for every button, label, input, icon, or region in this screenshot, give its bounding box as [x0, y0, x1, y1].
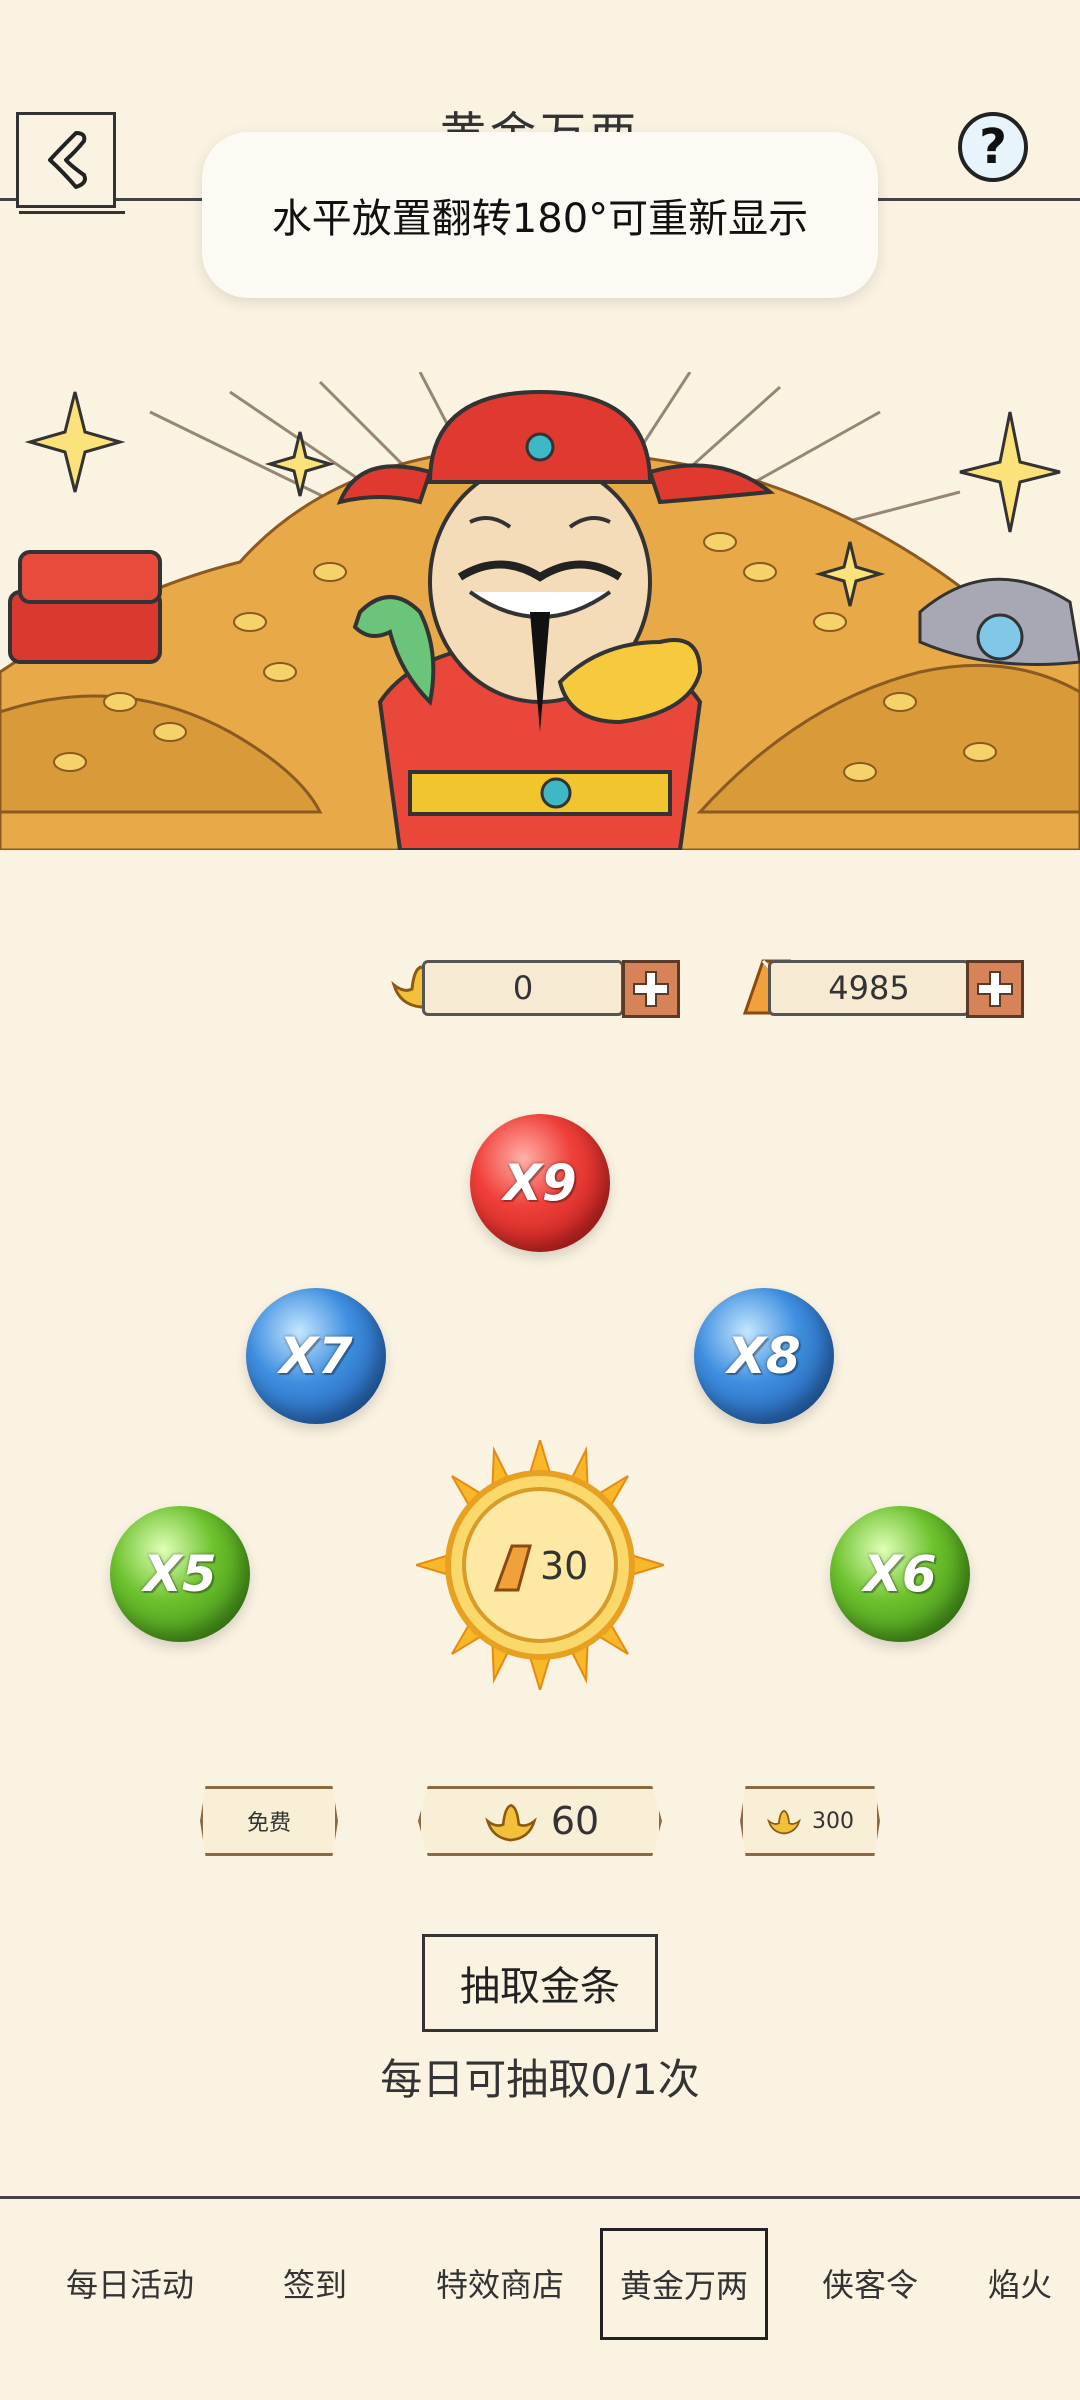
- gold-ingot-icon: [484, 1804, 537, 1842]
- help-icon: ?: [979, 119, 1007, 175]
- help-button[interactable]: ?: [958, 112, 1028, 182]
- daily-limit-text: 每日可抽取0/1次: [380, 2055, 700, 2104]
- nav-item-fireworks[interactable]: 焰火: [970, 2240, 1070, 2326]
- center-coin[interactable]: 30: [412, 1436, 668, 1694]
- toast-message: 水平放置翻转180°可重新显示: [202, 132, 878, 298]
- nav-item-sign-in[interactable]: 签到: [250, 2240, 380, 2326]
- ingot-60-label: 60: [550, 1799, 600, 1843]
- add-gold-bar-button[interactable]: [966, 960, 1024, 1018]
- chevron-left-icon: [48, 131, 87, 189]
- nav-item-daily-activity[interactable]: 每日活动: [40, 2240, 220, 2326]
- coin-cost: 30: [540, 1544, 589, 1588]
- orb-x5: X5: [110, 1506, 250, 1642]
- orb-x7: X7: [246, 1288, 386, 1424]
- orb-x6: X6: [830, 1506, 970, 1642]
- god-of-wealth-banner: [0, 372, 1080, 850]
- draw-button-label: 抽取金条: [460, 1964, 620, 2010]
- free-draw-option[interactable]: 免费: [200, 1786, 338, 1856]
- nav-divider: [0, 2196, 1080, 2199]
- nav-item-xiake-token[interactable]: 侠客令: [800, 2240, 940, 2326]
- add-ingot-button[interactable]: [622, 960, 680, 1018]
- god-of-wealth-illustration: [0, 372, 1080, 850]
- plus-icon: [633, 971, 669, 1007]
- ingot-300-label: 300: [812, 1808, 854, 1834]
- nav-item-effects-shop[interactable]: 特效商店: [420, 2240, 580, 2326]
- orb-x9: X9: [470, 1114, 610, 1252]
- back-button[interactable]: [16, 112, 125, 214]
- ingot-balance: 0: [422, 960, 624, 1016]
- draw-gold-bar-button[interactable]: 抽取金条: [422, 1934, 658, 2032]
- nav-item-gold-wanliang[interactable]: 黄金万两: [600, 2228, 768, 2340]
- gold-ingot-icon: [767, 1809, 801, 1835]
- ingot-60-option[interactable]: 60: [418, 1786, 662, 1856]
- toast-text: 水平放置翻转180°可重新显示: [271, 196, 809, 242]
- gold-bar-balance: 4985: [768, 960, 970, 1016]
- plus-icon: [977, 971, 1013, 1007]
- ingot-300-option[interactable]: 300: [740, 1786, 880, 1856]
- free-label: 免费: [246, 1811, 291, 1836]
- orb-x8: X8: [694, 1288, 834, 1424]
